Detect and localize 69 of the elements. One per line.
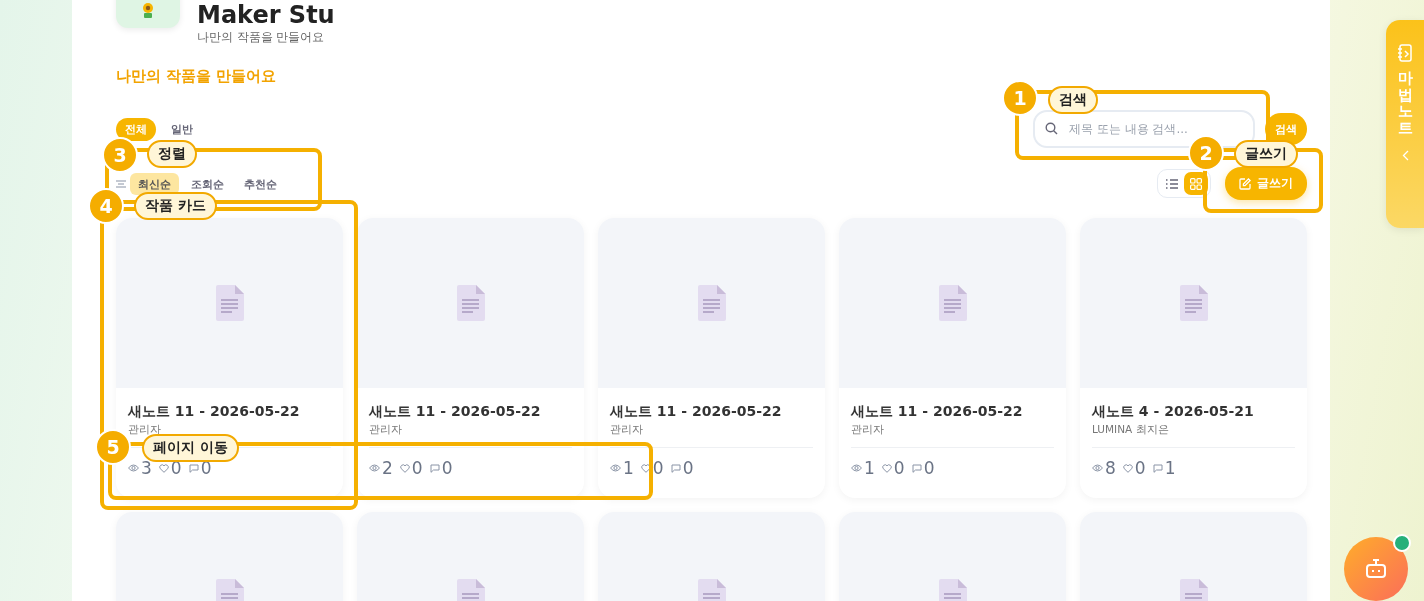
notebook-icon <box>1397 44 1413 62</box>
card-author: LUMINA 최지은 <box>1092 422 1170 436</box>
view-count: 2 <box>382 458 393 478</box>
comment-icon <box>911 463 922 473</box>
card-author: 관리자 <box>851 422 885 436</box>
like-count: 0 <box>893 458 905 478</box>
heart-icon <box>158 463 169 473</box>
list-icon <box>1166 178 1178 189</box>
document-icon <box>938 285 967 321</box>
card-title: 새노트 4 - 2026-05-21 <box>1092 402 1255 420</box>
eye-icon <box>1092 464 1103 472</box>
step-label: 작품 카드 <box>134 192 217 220</box>
comment-icon <box>429 463 440 473</box>
eye-icon <box>369 464 380 472</box>
like-count: 0 <box>652 458 664 478</box>
comment-icon <box>670 463 681 473</box>
comment-icon <box>188 463 199 473</box>
view-count: 8 <box>1105 458 1116 478</box>
card-title: 새노트 11 - 2026-05-22 <box>851 402 1024 420</box>
flower-icon <box>141 2 155 18</box>
heart-icon <box>640 463 651 473</box>
view-count: 1 <box>623 458 634 478</box>
card-author: 관리자 <box>128 422 162 436</box>
sort-option[interactable]: 조회순 <box>183 173 232 195</box>
eye-icon <box>128 464 139 472</box>
view-count: 1 <box>864 458 875 478</box>
document-icon <box>1179 285 1208 321</box>
app-subtitle: 나만의 작품을 만들어요 <box>197 30 326 44</box>
comment-count: 0 <box>923 458 935 478</box>
heart-icon <box>399 463 410 473</box>
robot-icon <box>1365 558 1387 580</box>
document-icon <box>697 285 726 321</box>
edit-icon <box>1239 177 1251 190</box>
sort-icon <box>116 179 126 189</box>
comment-count: 0 <box>441 458 453 478</box>
app-title: Maker Stu <box>197 0 335 30</box>
step-label: 검색 <box>1048 86 1098 114</box>
work-card[interactable]: 새노트 11 - 2026-05-22 관리자 1 0 0 <box>839 218 1066 498</box>
step-label: 정렬 <box>147 140 197 168</box>
document-icon <box>215 285 244 321</box>
comment-count: 0 <box>682 458 694 478</box>
comment-icon <box>1152 463 1163 473</box>
document-icon <box>456 285 485 321</box>
like-count: 0 <box>411 458 423 478</box>
like-count: 0 <box>1134 458 1146 478</box>
work-card[interactable]: 새노트 11 - 2026-05-22 관리자 1 0 0 <box>598 218 825 498</box>
card-author: 관리자 <box>610 422 644 436</box>
category-tab[interactable]: 일반 <box>162 118 202 141</box>
card-title: 새노트 11 - 2026-05-22 <box>610 402 783 420</box>
side-tab-label: 마법노트 <box>1397 70 1413 136</box>
work-card[interactable]: 새노트 11 - 2026-05-22 관리자 2 0 0 <box>357 218 584 498</box>
grid-icon <box>1190 177 1202 190</box>
card-title: 새노트 11 - 2026-05-22 <box>369 402 542 420</box>
step-label: 글쓰기 <box>1234 140 1298 168</box>
eye-icon <box>851 464 862 472</box>
sort-option[interactable]: 추천순 <box>236 173 285 195</box>
comment-count: 1 <box>1164 458 1176 478</box>
section-heading: 나만의 작품을 만들어요 <box>116 67 278 86</box>
work-card[interactable]: 새노트 4 - 2026-05-21 LUMINA 최지은 8 0 1 <box>1080 218 1307 498</box>
sort-option[interactable]: 최신순 <box>130 173 179 195</box>
heart-icon <box>881 463 892 473</box>
card-author: 관리자 <box>369 422 403 436</box>
chevron-left-icon <box>1401 150 1409 161</box>
step-label: 페이지 이동 <box>142 434 239 462</box>
card-title: 새노트 11 - 2026-05-22 <box>128 402 301 420</box>
heart-icon <box>1122 463 1133 473</box>
eye-icon <box>610 464 621 472</box>
assistant-button[interactable] <box>1344 537 1408 601</box>
search-icon <box>1045 122 1058 135</box>
